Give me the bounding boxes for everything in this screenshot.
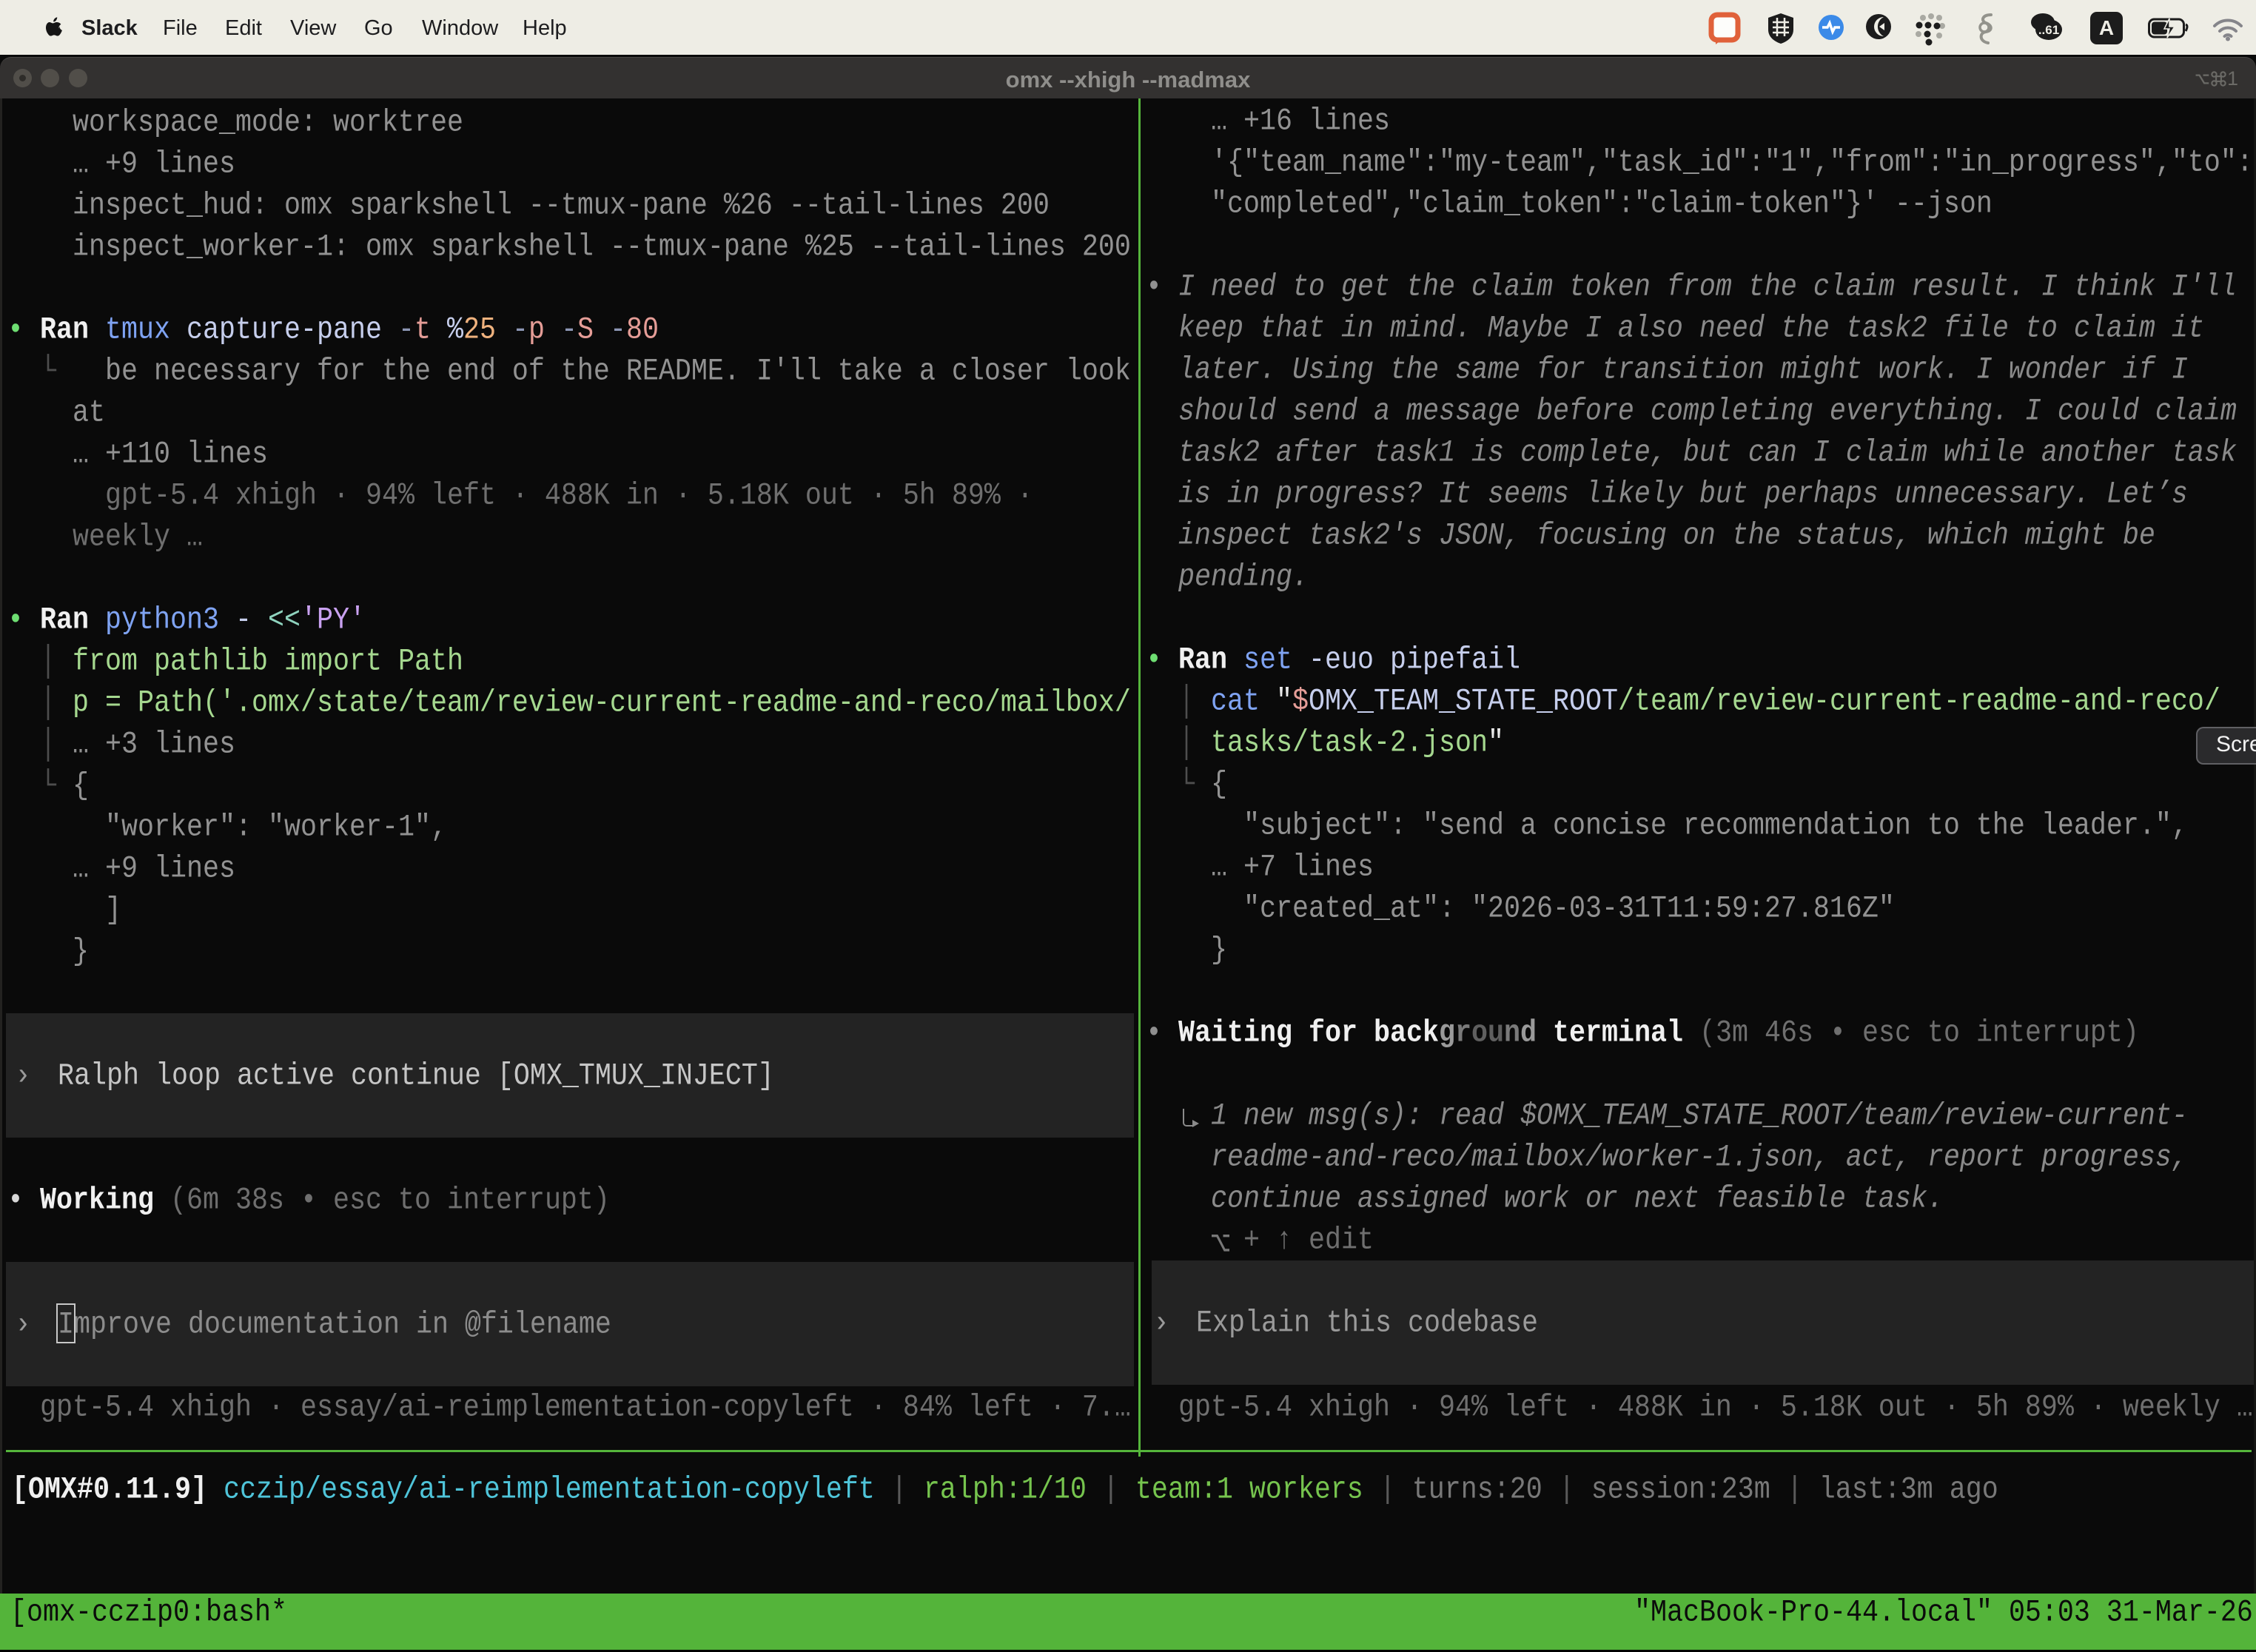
svg-text:..61: ..61	[2038, 23, 2059, 37]
